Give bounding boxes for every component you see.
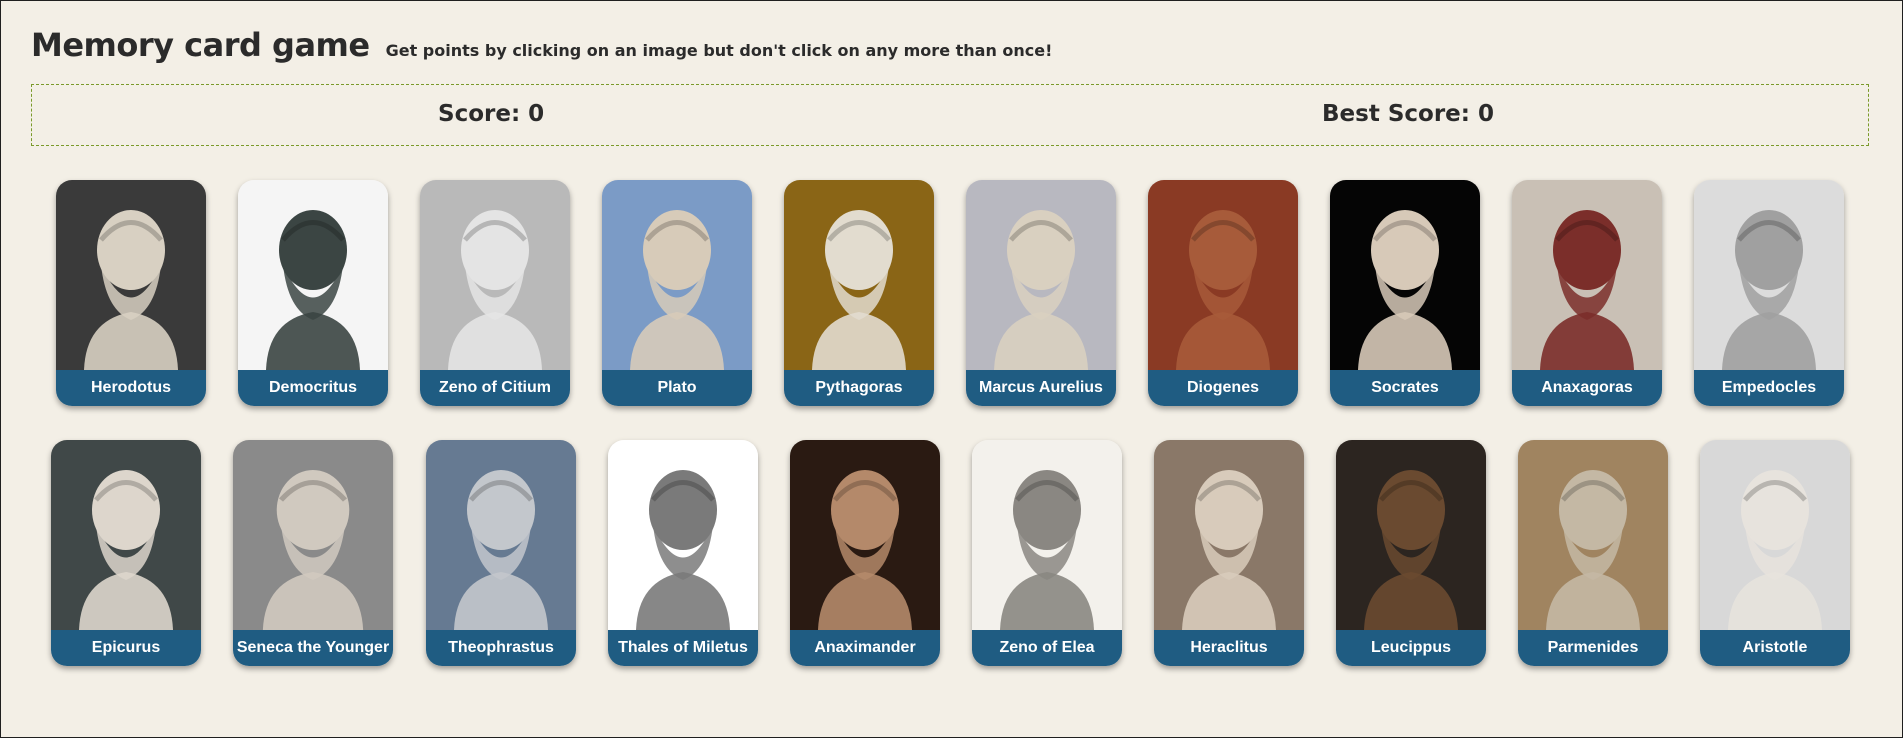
- card-anaxagoras[interactable]: Anaxagoras: [1512, 180, 1662, 406]
- card-aristotle[interactable]: Aristotle: [1700, 440, 1850, 666]
- philosopher-portrait: [56, 180, 206, 370]
- card-name: Democritus: [238, 370, 388, 406]
- card-name: Pythagoras: [784, 370, 934, 406]
- card-name: Theophrastus: [426, 630, 576, 666]
- card-name: Parmenides: [1518, 630, 1668, 666]
- card-name: Zeno of Elea: [972, 630, 1122, 666]
- best-score: Best Score: 0: [1322, 101, 1494, 127]
- philosopher-portrait: [972, 440, 1122, 630]
- philosopher-portrait: [790, 440, 940, 630]
- card-zeno-of-citium[interactable]: Zeno of Citium: [420, 180, 570, 406]
- philosopher-portrait: [966, 180, 1116, 370]
- card-democritus[interactable]: Democritus: [238, 180, 388, 406]
- current-score: Score: 0: [438, 101, 545, 127]
- page-title: Memory card game: [31, 26, 370, 64]
- philosopher-portrait: [1154, 440, 1304, 630]
- card-name: Epicurus: [51, 630, 201, 666]
- philosopher-portrait: [608, 440, 758, 630]
- card-herodotus[interactable]: Herodotus: [56, 180, 206, 406]
- card-name: Heraclitus: [1154, 630, 1304, 666]
- philosopher-portrait: [1336, 440, 1486, 630]
- card-thales-of-miletus[interactable]: Thales of Miletus: [608, 440, 758, 666]
- card-name: Anaximander: [790, 630, 940, 666]
- card-plato[interactable]: Plato: [602, 180, 752, 406]
- card-theophrastus[interactable]: Theophrastus: [426, 440, 576, 666]
- card-parmenides[interactable]: Parmenides: [1518, 440, 1668, 666]
- card-leucippus[interactable]: Leucippus: [1336, 440, 1486, 666]
- card-name: Plato: [602, 370, 752, 406]
- philosopher-portrait: [51, 440, 201, 630]
- philosopher-portrait: [602, 180, 752, 370]
- card-epicurus[interactable]: Epicurus: [51, 440, 201, 666]
- philosopher-portrait: [426, 440, 576, 630]
- instructions-text: Get points by clicking on an image but d…: [385, 41, 1053, 60]
- philosopher-portrait: [1148, 180, 1298, 370]
- card-name: Zeno of Citium: [420, 370, 570, 406]
- philosopher-portrait: [233, 440, 393, 630]
- card-empedocles[interactable]: Empedocles: [1694, 180, 1844, 406]
- card-seneca-the-younger[interactable]: Seneca the Younger: [233, 440, 393, 666]
- card-marcus-aurelius[interactable]: Marcus Aurelius: [966, 180, 1116, 406]
- card-zeno-of-elea[interactable]: Zeno of Elea: [972, 440, 1122, 666]
- card-name: Seneca the Younger: [233, 630, 393, 666]
- card-name: Leucippus: [1336, 630, 1486, 666]
- scoreboard: Score: 0 Best Score: 0: [31, 84, 1869, 146]
- card-diogenes[interactable]: Diogenes: [1148, 180, 1298, 406]
- philosopher-portrait: [1700, 440, 1850, 630]
- header: Memory card game Get points by clicking …: [31, 26, 1052, 64]
- card-name: Thales of Miletus: [608, 630, 758, 666]
- philosopher-portrait: [1694, 180, 1844, 370]
- philosopher-portrait: [420, 180, 570, 370]
- philosopher-portrait: [1518, 440, 1668, 630]
- card-name: Aristotle: [1700, 630, 1850, 666]
- card-name: Empedocles: [1694, 370, 1844, 406]
- philosopher-portrait: [238, 180, 388, 370]
- card-name: Diogenes: [1148, 370, 1298, 406]
- card-name: Herodotus: [56, 370, 206, 406]
- philosopher-portrait: [1512, 180, 1662, 370]
- philosopher-portrait: [1330, 180, 1480, 370]
- card-pythagoras[interactable]: Pythagoras: [784, 180, 934, 406]
- card-anaximander[interactable]: Anaximander: [790, 440, 940, 666]
- philosopher-portrait: [784, 180, 934, 370]
- card-socrates[interactable]: Socrates: [1330, 180, 1480, 406]
- card-name: Marcus Aurelius: [966, 370, 1116, 406]
- card-heraclitus[interactable]: Heraclitus: [1154, 440, 1304, 666]
- card-name: Anaxagoras: [1512, 370, 1662, 406]
- card-name: Socrates: [1330, 370, 1480, 406]
